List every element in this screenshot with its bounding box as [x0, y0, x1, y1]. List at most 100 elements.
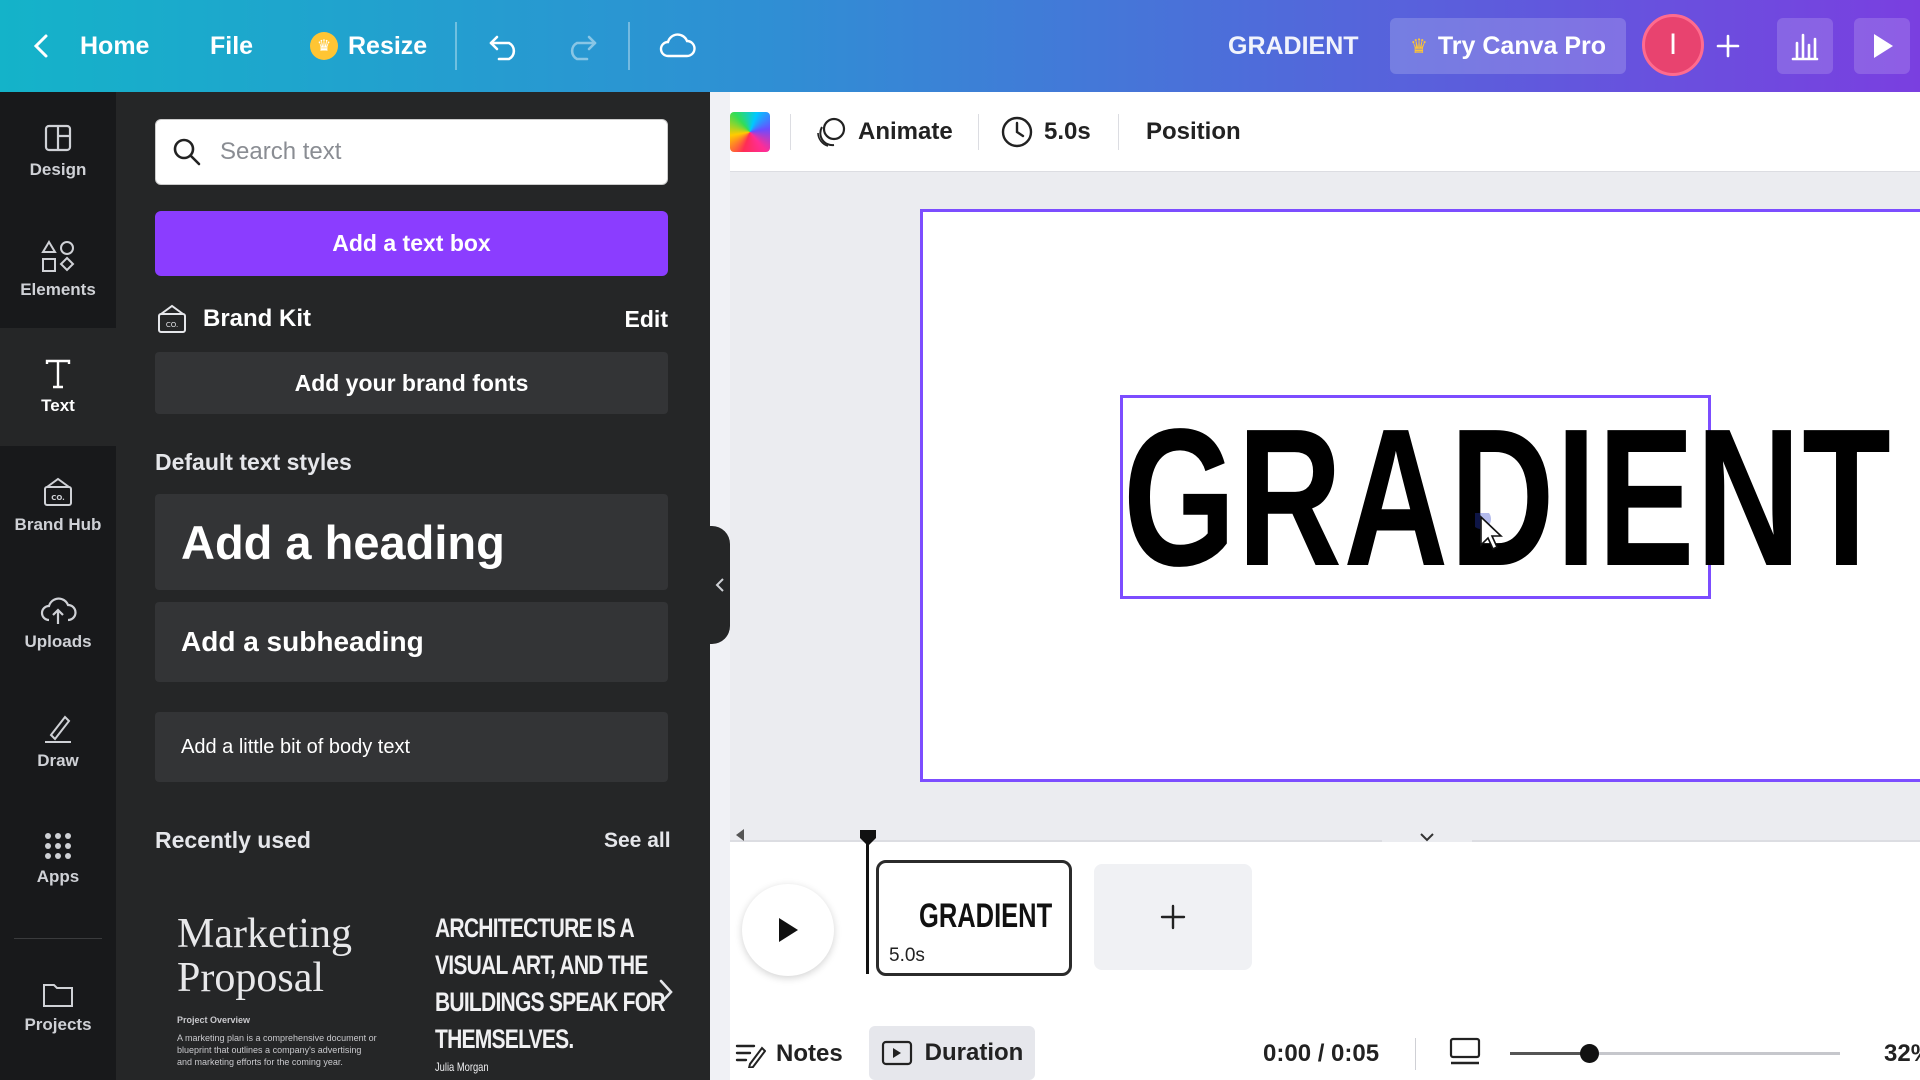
- chevron-right-icon: [659, 979, 673, 1005]
- try-canva-pro-button[interactable]: ♛ Try Canva Pro: [1390, 18, 1626, 74]
- toolbar-divider: [1118, 114, 1119, 150]
- chevron-left-icon: [33, 34, 48, 58]
- template-subtitle: Project Overview: [177, 1015, 251, 1025]
- brand-icon: CO.: [44, 477, 72, 506]
- recently-used-title: Recently used: [155, 827, 311, 853]
- rail-label: Apps: [36, 867, 80, 886]
- rail-label: Design: [29, 160, 87, 179]
- avatar-initial: I: [1668, 28, 1678, 61]
- add-heading-button[interactable]: Add a heading: [155, 494, 668, 590]
- redo-button[interactable]: [553, 18, 609, 74]
- mouse-cursor-icon: [1475, 513, 1504, 551]
- animate-button[interactable]: Animate: [814, 92, 953, 172]
- template-title-line: Proposal: [177, 955, 324, 1001]
- animate-icon: [817, 117, 846, 147]
- file-menu-button[interactable]: File: [210, 0, 253, 92]
- text-icon: [45, 359, 71, 389]
- rail-label: Elements: [20, 280, 96, 299]
- footer-divider: [1415, 1038, 1416, 1070]
- position-button[interactable]: Position: [1146, 92, 1241, 172]
- recently-used-list: Marketing Proposal Project Overview A ma…: [155, 892, 668, 1080]
- add-page-button[interactable]: [1094, 864, 1252, 970]
- notes-icon: [735, 1044, 766, 1068]
- rail-item-apps[interactable]: Apps: [0, 800, 116, 918]
- share-add-button[interactable]: [1700, 18, 1756, 74]
- search-input[interactable]: [220, 138, 640, 166]
- recent-template-architecture-quote[interactable]: ARCHITECTURE IS A VISUAL ART, AND THE BU…: [435, 910, 669, 1080]
- draw-icon: [45, 715, 71, 743]
- recent-next-button[interactable]: [646, 972, 686, 1012]
- text-color-button[interactable]: [730, 92, 770, 172]
- search-box[interactable]: [155, 119, 668, 185]
- rail-item-design[interactable]: Design: [0, 92, 116, 210]
- file-label: File: [210, 31, 254, 60]
- notes-button[interactable]: Notes: [734, 1028, 843, 1080]
- add-body-text-button[interactable]: Add a little bit of body text: [155, 712, 668, 782]
- play-timeline-button[interactable]: [742, 884, 834, 976]
- play-icon: [1874, 34, 1893, 58]
- design-canvas[interactable]: GRADIENT: [920, 209, 1920, 782]
- add-text-box-button[interactable]: Add a text box: [155, 211, 668, 276]
- try-canva-pro-label: Try Canva Pro: [1437, 31, 1607, 60]
- save-status-button[interactable]: [649, 18, 705, 74]
- canvas-text-gradient[interactable]: GRADIENT: [1123, 400, 1891, 596]
- left-rail: Design Elements Text CO. Brand Hub Uploa…: [0, 92, 116, 1080]
- toolbar-divider: [978, 114, 979, 150]
- template-title-line: Marketing: [177, 911, 352, 957]
- rail-item-projects[interactable]: Projects: [0, 948, 116, 1066]
- search-icon: [173, 138, 201, 166]
- present-button[interactable]: [1854, 18, 1910, 74]
- timeline-page-thumbnail[interactable]: GRADIENT 5.0s: [876, 860, 1072, 976]
- plus-icon: [1716, 34, 1740, 58]
- rail-item-draw[interactable]: Draw: [0, 682, 116, 800]
- rail-label: Brand Hub: [14, 515, 102, 534]
- add-subheading-button[interactable]: Add a subheading: [155, 602, 668, 682]
- rail-item-brand-hub[interactable]: CO. Brand Hub: [0, 446, 116, 564]
- rail-item-elements[interactable]: Elements: [0, 210, 116, 328]
- avatar[interactable]: I: [1642, 14, 1704, 76]
- recent-template-marketing-proposal[interactable]: Marketing Proposal Project Overview A ma…: [155, 892, 405, 1080]
- upload-cloud-icon: [40, 597, 77, 624]
- quote-line: THEMSELVES.: [435, 1024, 574, 1054]
- rail-item-text[interactable]: Text: [0, 328, 116, 446]
- brand-kit-edit-link[interactable]: Edit: [625, 306, 668, 333]
- color-swatch-icon: [730, 112, 770, 152]
- duration-toggle-button[interactable]: Duration: [869, 1026, 1035, 1080]
- undo-button[interactable]: [477, 18, 533, 74]
- crown-icon: ♛: [310, 32, 338, 60]
- template-body: A marketing plan is a comprehensive docu…: [177, 1033, 377, 1067]
- zoom-slider-fill: [1510, 1052, 1590, 1055]
- chevron-left-icon: [715, 578, 724, 592]
- home-button[interactable]: Home: [30, 0, 149, 92]
- add-text-box-label: Add a text box: [332, 230, 491, 256]
- rail-label: Projects: [24, 1015, 92, 1034]
- brand-icon: CO.: [158, 304, 186, 333]
- duration-toggle-label: Duration: [924, 1039, 1024, 1066]
- zoom-slider-handle[interactable]: [1580, 1044, 1600, 1063]
- document-title[interactable]: GRADIENT: [1228, 0, 1359, 92]
- collapse-panel-button[interactable]: [710, 526, 730, 644]
- zoom-level[interactable]: 32%: [1884, 1040, 1920, 1068]
- duration-button[interactable]: 5.0s: [1000, 92, 1091, 172]
- play-icon: [779, 918, 798, 942]
- shapes-icon: [41, 240, 75, 272]
- text-panel: Add a text box CO. Brand Kit Edit Add yo…: [116, 92, 710, 1080]
- add-subheading-label: Add a subheading: [181, 626, 424, 657]
- rail-item-uploads[interactable]: Uploads: [0, 564, 116, 682]
- svg-text:CO.: CO.: [51, 494, 65, 502]
- resize-button[interactable]: ♛ Resize: [310, 0, 427, 92]
- resize-label: Resize: [348, 31, 428, 60]
- quote-line: ARCHITECTURE IS A: [435, 913, 635, 943]
- quote-line: BUILDINGS SPEAK FOR: [435, 987, 666, 1017]
- see-all-link[interactable]: See all: [604, 829, 671, 853]
- topbar-divider: [455, 22, 457, 70]
- rail-label: Text: [41, 396, 75, 415]
- add-brand-fonts-button[interactable]: Add your brand fonts: [155, 352, 668, 414]
- redo-icon: [570, 35, 597, 61]
- thumbnail-duration: 5.0s: [889, 945, 925, 966]
- playback-time: 0:00 / 0:05: [1263, 1040, 1380, 1067]
- grid-view-button[interactable]: [1448, 1036, 1482, 1073]
- insights-button[interactable]: [1777, 18, 1833, 74]
- folder-icon: [43, 984, 73, 1007]
- topbar-divider: [628, 22, 630, 70]
